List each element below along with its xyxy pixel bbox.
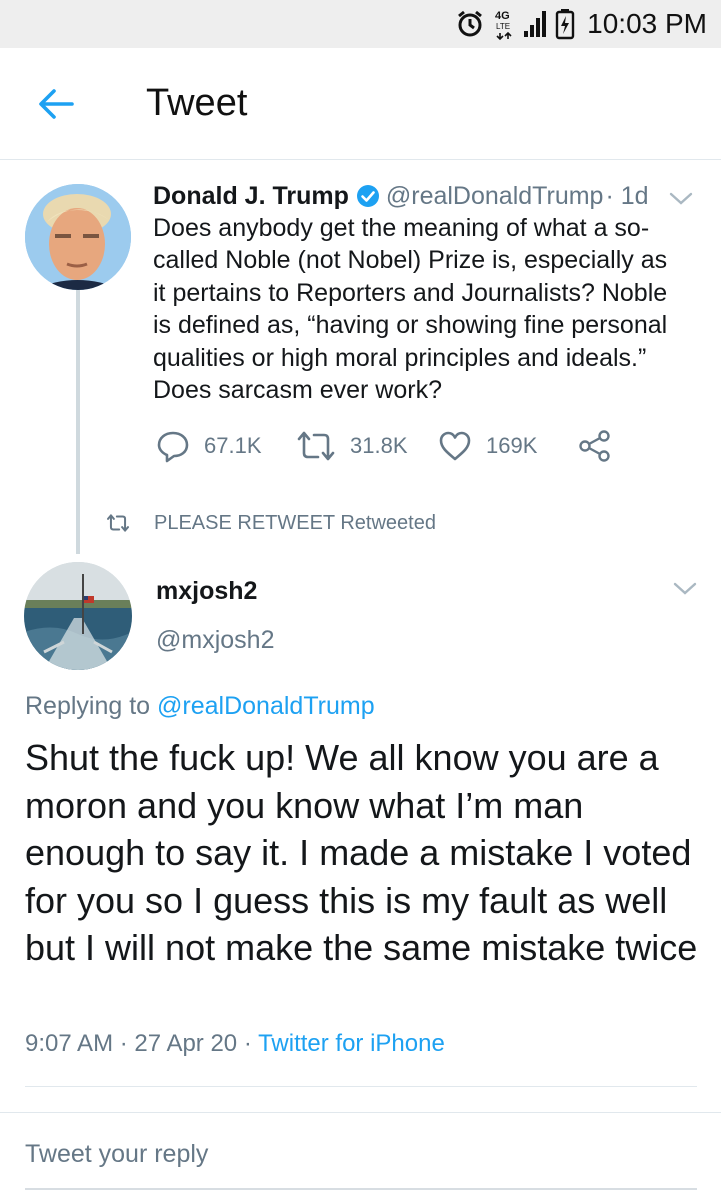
tweet-header: Donald J. Trump @realDonaldTrump · 1d [153,180,701,212]
page-title: Tweet [146,82,248,124]
tweet-options-button[interactable] [668,190,694,213]
replying-mention-link[interactable]: @realDonaldTrump [157,692,375,720]
author-name[interactable]: Donald J. Trump [153,182,349,211]
replying-to: Replying to @realDonaldTrump [25,692,375,721]
svg-text:LTE: LTE [496,22,510,31]
author-name[interactable]: mxjosh2 [156,577,257,606]
status-bar: 4G LTE 10:03 PM [0,0,721,48]
arrow-left-icon [39,89,74,119]
replying-prefix: Replying to [25,692,158,720]
app-header: Tweet [0,48,721,160]
author-handle[interactable]: @mxjosh2 [156,626,274,655]
retweet-icon [107,514,129,532]
thread-connector [76,290,80,554]
status-icons: 4G LTE 10:03 PM [455,4,707,44]
svg-text:4G: 4G [495,10,510,22]
heart-icon [439,431,471,461]
reply-icon [157,431,189,463]
reply-count: 67.1K [204,433,262,458]
like-count: 169K [486,433,538,458]
tweet-source-link[interactable]: Twitter for iPhone [258,1030,445,1057]
chevron-down-icon [673,582,697,595]
like-button[interactable]: 169K [438,426,537,466]
signal-icon [523,9,549,39]
retweet-button[interactable]: 31.8K [296,426,408,466]
back-button[interactable] [36,86,76,122]
reply-input[interactable]: Tweet your reply [25,1140,208,1169]
alarm-icon [455,9,485,39]
share-button[interactable] [578,426,612,466]
tweet-time: 9:07 AM [25,1030,114,1057]
tweet-actions: 67.1K 31.8K 169K [156,426,636,466]
reply-text: Shut the fuck up! We all know you are a … [25,737,698,968]
tweet-age: · 1d [605,181,649,210]
divider [0,1112,721,1113]
retweet-note-text: PLEASE RETWEET Retweeted [154,511,436,534]
network-4g-icon: 4G LTE [491,7,517,41]
avatar[interactable] [24,562,132,670]
share-icon [579,430,610,462]
status-time: 10:03 PM [587,8,707,39]
divider [25,1086,697,1087]
retweet-count: 31.8K [350,433,408,458]
profile-photo-icon [25,184,131,290]
tweet-date: 27 Apr 20 [134,1030,238,1057]
retweet-note: PLEASE RETWEET Retweeted [106,508,436,538]
avatar[interactable] [25,184,131,290]
meta-separator: · [119,1030,128,1057]
reply-button[interactable]: 67.1K [156,426,262,466]
verified-badge-icon [356,184,380,208]
author-handle[interactable]: @realDonaldTrump [386,182,604,211]
tweet-text: Does anybody get the meaning of what a s… [153,214,668,405]
tweet-options-button[interactable] [672,580,698,603]
tweet-meta: 9:07 AM · 27 Apr 20 · Twitter for iPhone [25,1030,445,1058]
reply-input-underline [25,1188,697,1190]
retweet-icon [297,431,335,461]
meta-separator: · [243,1030,252,1057]
battery-charging-icon [555,8,575,40]
profile-photo-icon [24,562,132,670]
chevron-down-icon [669,192,693,205]
